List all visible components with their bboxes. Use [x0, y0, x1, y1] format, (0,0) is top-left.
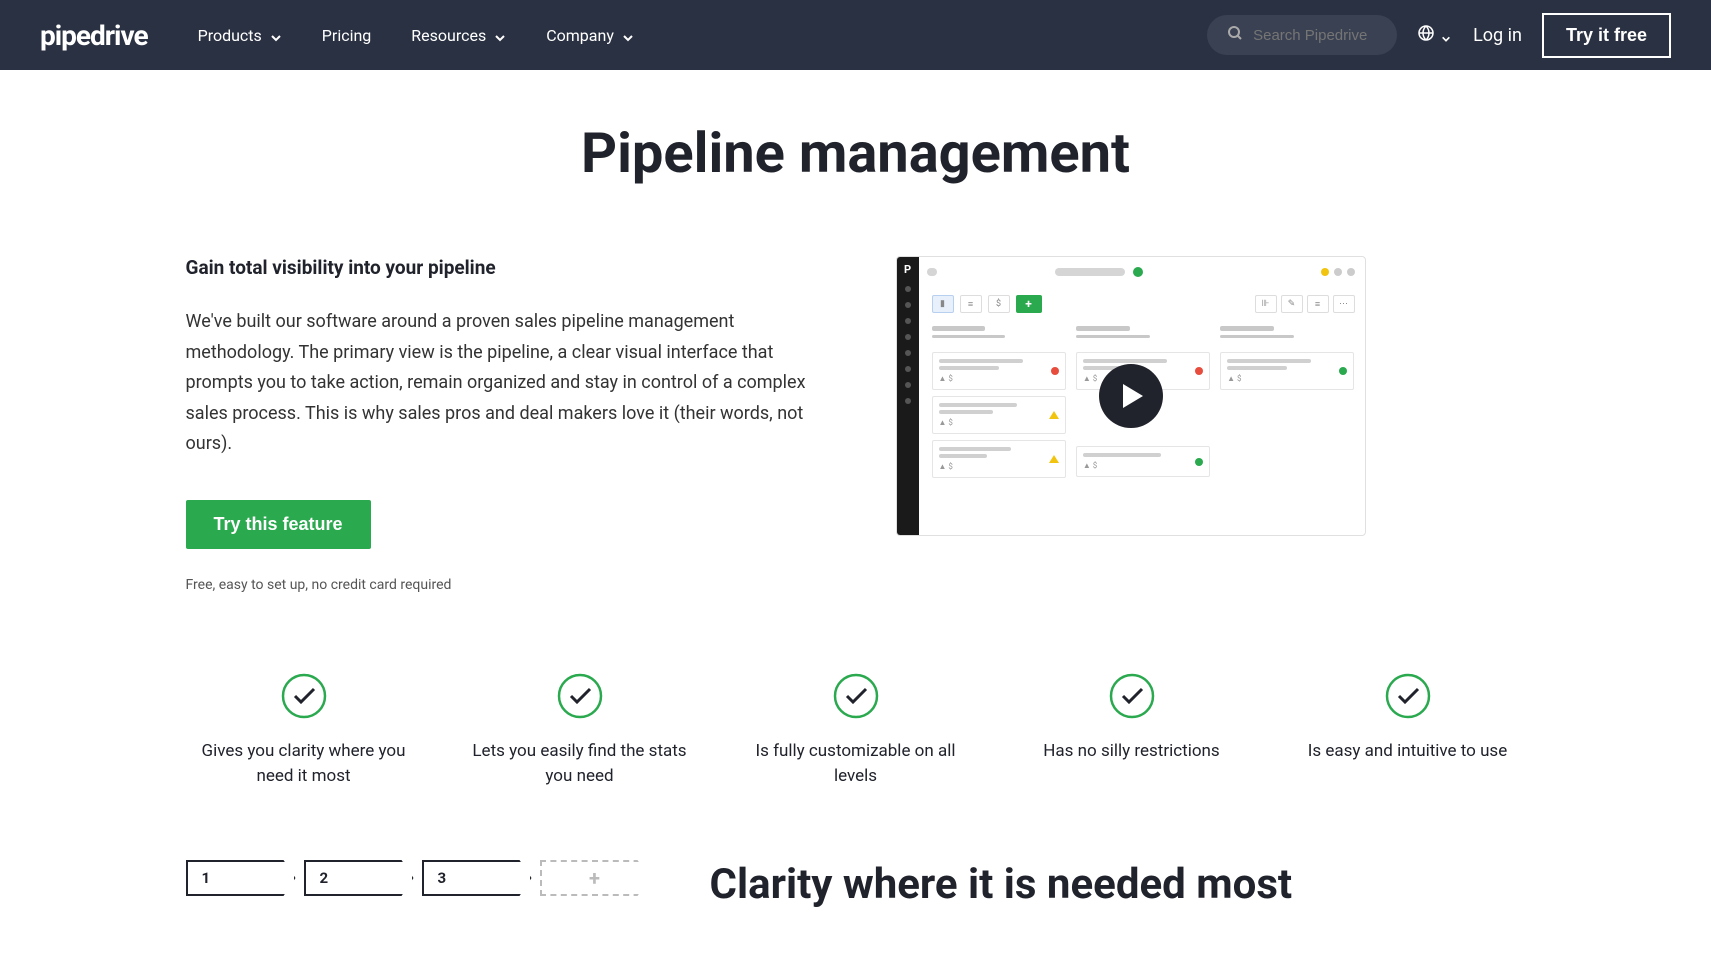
main-content: Pipeline management Gain total visibilit…	[146, 70, 1566, 959]
preview-titlebar	[927, 267, 1355, 277]
check-circle-icon	[1385, 673, 1431, 719]
pipeline-stages-graphic: 1 2 3 +	[186, 860, 650, 896]
hero-section: Gain total visibility into your pipeline…	[186, 256, 1526, 593]
video-preview[interactable]: P ▮ ≡ $	[896, 256, 1366, 536]
chart-icon: ⊪	[1255, 295, 1277, 313]
play-button[interactable]	[1099, 364, 1163, 428]
chevron-down-icon	[270, 29, 282, 41]
stage-add: +	[540, 860, 650, 896]
site-header: pipedrive Products Pricing Resources Com…	[0, 0, 1711, 70]
hero-subtitle: Gain total visibility into your pipeline	[186, 256, 816, 279]
try-feature-button[interactable]: Try this feature	[186, 500, 371, 549]
chevron-down-icon	[622, 29, 634, 41]
clarity-section: 1 2 3 + Clarity where it is needed most	[186, 860, 1526, 909]
check-circle-icon	[557, 673, 603, 719]
check-circle-icon	[833, 673, 879, 719]
nav-products[interactable]: Products	[198, 26, 282, 45]
nav-pricing[interactable]: Pricing	[322, 26, 372, 45]
search-box[interactable]	[1207, 15, 1397, 55]
login-link[interactable]: Log in	[1473, 25, 1522, 46]
main-nav: Products Pricing Resources Company	[198, 26, 634, 45]
feature-no-restrictions: Has no silly restrictions	[1014, 673, 1250, 790]
language-selector[interactable]	[1417, 24, 1453, 46]
nav-resources[interactable]: Resources	[411, 26, 506, 45]
chevron-down-icon	[494, 29, 506, 41]
stage-2: 2	[304, 860, 414, 896]
header-right: Log in Try it free	[1207, 13, 1671, 58]
search-input[interactable]	[1253, 27, 1377, 44]
page-title: Pipeline management	[186, 120, 1526, 186]
view-kanban-icon: ▮	[932, 295, 954, 313]
clarity-title: Clarity where it is needed most	[710, 860, 1293, 909]
try-free-button[interactable]: Try it free	[1542, 13, 1671, 58]
chevron-down-icon	[1441, 29, 1453, 41]
nav-company-label: Company	[546, 26, 614, 45]
search-icon	[1227, 25, 1243, 45]
feature-stats: Lets you easily find the stats you need	[462, 673, 698, 790]
nav-company[interactable]: Company	[546, 26, 634, 45]
features-row: Gives you clarity where you need it most…	[186, 673, 1526, 790]
view-list-icon: ≡	[960, 295, 982, 313]
filter-icon: ≡	[1307, 295, 1329, 313]
feature-text: Has no silly restrictions	[1014, 739, 1250, 765]
hero-media: P ▮ ≡ $	[896, 256, 1526, 536]
hero-body: We've built our software around a proven…	[186, 307, 816, 460]
view-forecast-icon: $	[988, 295, 1010, 313]
feature-intuitive: Is easy and intuitive to use	[1290, 673, 1526, 790]
nav-products-label: Products	[198, 26, 262, 45]
globe-icon	[1417, 24, 1435, 46]
nav-resources-label: Resources	[411, 26, 486, 45]
play-icon	[1123, 384, 1143, 408]
feature-text: Is fully customizable on all levels	[738, 739, 974, 790]
plus-icon	[1133, 267, 1143, 277]
feature-customizable: Is fully customizable on all levels	[738, 673, 974, 790]
check-circle-icon	[281, 673, 327, 719]
check-circle-icon	[1109, 673, 1155, 719]
feature-text: Is easy and intuitive to use	[1290, 739, 1526, 765]
hero-text-block: Gain total visibility into your pipeline…	[186, 256, 816, 593]
cta-note: Free, easy to set up, no credit card req…	[186, 577, 816, 593]
preview-toolbar: ▮ ≡ $ + ⊪ ✎ ≡ ⋯	[932, 295, 1355, 313]
more-icon: ⋯	[1333, 295, 1355, 313]
stage-1: 1	[186, 860, 296, 896]
feature-text: Gives you clarity where you need it most	[186, 739, 422, 790]
logo[interactable]: pipedrive	[40, 19, 148, 52]
add-deal-icon: +	[1016, 295, 1042, 313]
feature-text: Lets you easily find the stats you need	[462, 739, 698, 790]
feature-clarity: Gives you clarity where you need it most	[186, 673, 422, 790]
preview-logo-icon: P	[904, 263, 911, 276]
preview-sidebar: P	[897, 257, 919, 535]
stage-3: 3	[422, 860, 532, 896]
edit-icon: ✎	[1281, 295, 1303, 313]
nav-pricing-label: Pricing	[322, 26, 372, 45]
